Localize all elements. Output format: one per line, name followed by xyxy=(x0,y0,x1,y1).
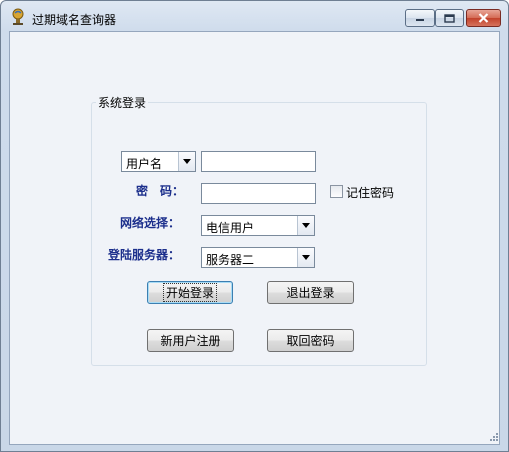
account-type-value: 用户名 xyxy=(126,157,163,171)
window-title: 过期域名查询器 xyxy=(32,13,117,27)
username-field[interactable] xyxy=(201,151,316,172)
chevron-down-icon[interactable] xyxy=(178,152,195,171)
exit-button[interactable]: 退出登录 xyxy=(267,281,354,304)
server-value: 服务器二 xyxy=(206,253,255,267)
client-area: 系统登录 用户名 密 码： 记住密码 网络选择： 电信用户 登陆服务器： 服务器… xyxy=(9,31,500,445)
close-button[interactable] xyxy=(466,9,501,27)
chevron-down-icon[interactable] xyxy=(297,248,314,267)
maximize-icon xyxy=(444,13,455,23)
minimize-icon xyxy=(416,19,424,21)
title-bar[interactable]: 过期域名查询器 xyxy=(1,1,508,31)
resize-grip-icon[interactable] xyxy=(489,432,498,441)
chevron-down-icon[interactable] xyxy=(297,216,314,235)
app-window: 过期域名查询器 系统登录 用户名 密 码： 记住密码 网络选择： 电信用户 登陆… xyxy=(0,0,509,452)
network-select[interactable]: 电信用户 xyxy=(201,215,315,236)
password-field[interactable] xyxy=(201,183,316,204)
register-button[interactable]: 新用户注册 xyxy=(147,329,234,352)
app-icon xyxy=(12,8,24,25)
close-icon xyxy=(478,13,489,23)
network-value: 电信用户 xyxy=(206,221,255,235)
remember-password-label[interactable]: 记住密码 xyxy=(346,184,394,201)
password-label: 密 码： xyxy=(136,184,185,198)
maximize-button[interactable] xyxy=(435,9,464,27)
minimize-button[interactable] xyxy=(405,9,435,27)
login-button[interactable]: 开始登录 xyxy=(147,281,233,304)
account-type-select[interactable]: 用户名 xyxy=(121,151,196,172)
network-label: 网络选择： xyxy=(120,216,181,230)
server-select[interactable]: 服务器二 xyxy=(201,247,315,268)
groupbox-legend: 系统登录 xyxy=(96,94,149,111)
server-label: 登陆服务器： xyxy=(108,248,181,262)
recover-password-button[interactable]: 取回密码 xyxy=(267,329,354,352)
remember-password-checkbox[interactable] xyxy=(330,185,343,198)
login-button-label: 开始登录 xyxy=(162,283,217,302)
